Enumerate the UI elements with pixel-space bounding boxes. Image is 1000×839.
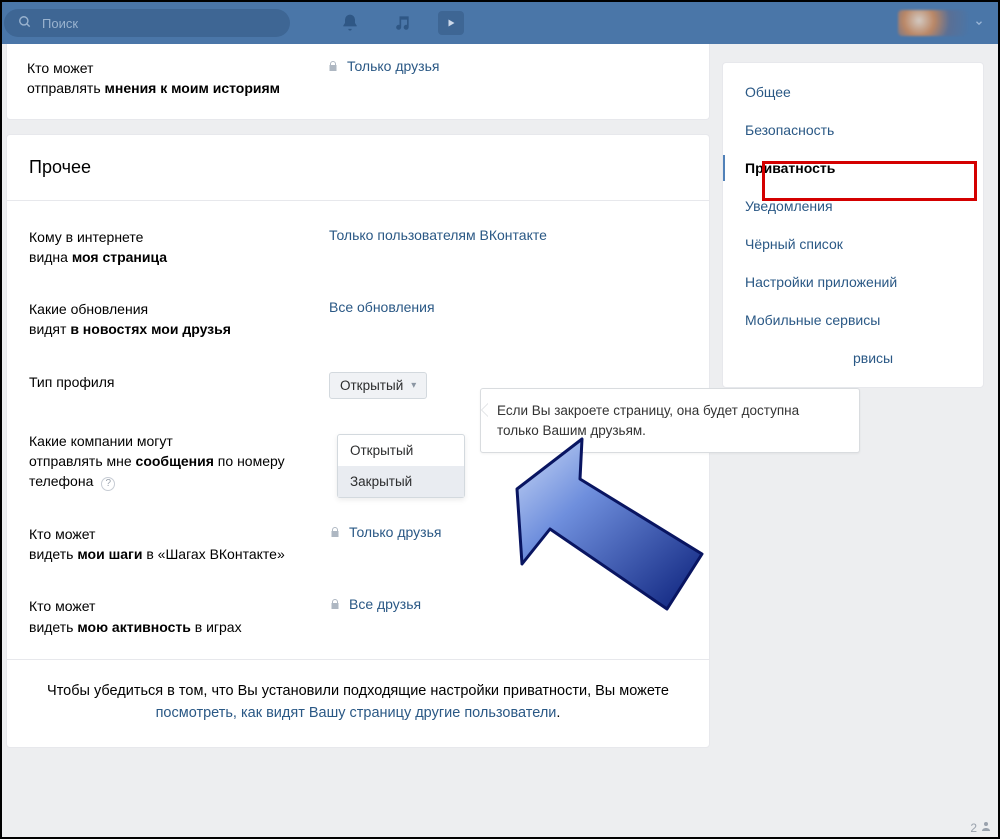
avatar[interactable] bbox=[898, 10, 968, 36]
option-closed[interactable]: Закрытый bbox=[338, 466, 464, 497]
top-right[interactable] bbox=[898, 10, 988, 36]
setting-row-steps: Кто может видеть мои шаги в «Шагах ВКонт… bbox=[7, 508, 709, 581]
chevron-down-icon bbox=[974, 16, 984, 31]
nav-payment[interactable]: рвисы bbox=[723, 339, 983, 377]
setting-row: Кто может отправлять мнения к моим истор… bbox=[7, 44, 709, 119]
setting-row-visibility: Кому в интернете видна моя страница Толь… bbox=[7, 211, 709, 284]
bell-icon[interactable] bbox=[334, 7, 366, 39]
caret-down-icon: ▾ bbox=[411, 380, 416, 391]
setting-value[interactable]: Все друзья bbox=[329, 596, 687, 612]
preview-profile-link[interactable]: посмотреть, как видят Вашу страницу друг… bbox=[156, 705, 557, 721]
play-icon[interactable] bbox=[438, 11, 464, 35]
profile-type-dropdown[interactable]: Открытый ▾ bbox=[329, 372, 427, 399]
setting-value-text: Только друзья bbox=[347, 58, 439, 74]
nav-blacklist[interactable]: Чёрный список bbox=[723, 225, 983, 263]
setting-value[interactable]: Все обновления bbox=[329, 299, 687, 315]
music-icon[interactable] bbox=[386, 7, 418, 39]
search-icon bbox=[18, 15, 32, 32]
setting-label: Кто может отправлять мнения к моим истор… bbox=[27, 58, 327, 99]
nav-mobile[interactable]: Мобильные сервисы bbox=[723, 301, 983, 339]
search-wrap[interactable] bbox=[4, 9, 290, 37]
lock-icon bbox=[329, 597, 341, 611]
nav-security[interactable]: Безопасность bbox=[723, 111, 983, 149]
setting-value[interactable]: Только друзья bbox=[329, 524, 687, 540]
search-input[interactable] bbox=[42, 16, 276, 31]
nav-notifications[interactable]: Уведомления bbox=[723, 187, 983, 225]
badge-count: 2 bbox=[970, 821, 977, 835]
section-title: Прочее bbox=[7, 135, 709, 201]
lock-icon bbox=[327, 59, 339, 73]
visitor-badge: 2 bbox=[970, 820, 992, 835]
setting-row-updates: Какие обновления видят в новостях мои др… bbox=[7, 283, 709, 356]
top-icons bbox=[334, 7, 464, 39]
help-icon[interactable]: ? bbox=[101, 477, 115, 491]
person-icon bbox=[980, 820, 992, 835]
setting-row-games: Кто может видеть мою активность в играх … bbox=[7, 580, 709, 653]
nav-privacy[interactable]: Приватность bbox=[723, 149, 983, 187]
privacy-footnote: Чтобы убедиться в том, что Вы установили… bbox=[7, 659, 709, 747]
option-open[interactable]: Открытый bbox=[338, 435, 464, 466]
settings-nav: Общее Безопасность Приватность Уведомлен… bbox=[722, 62, 984, 388]
lock-icon bbox=[329, 525, 341, 539]
setting-value[interactable]: Только друзья bbox=[327, 58, 689, 74]
topbar bbox=[2, 2, 998, 44]
setting-value[interactable]: Только пользователям ВКонтакте bbox=[329, 227, 687, 243]
profile-type-tooltip: Если Вы закроете страницу, она будет дос… bbox=[480, 388, 860, 453]
nav-general[interactable]: Общее bbox=[723, 73, 983, 111]
nav-app-settings[interactable]: Настройки приложений bbox=[723, 263, 983, 301]
profile-type-menu: Открытый Закрытый bbox=[337, 434, 465, 498]
